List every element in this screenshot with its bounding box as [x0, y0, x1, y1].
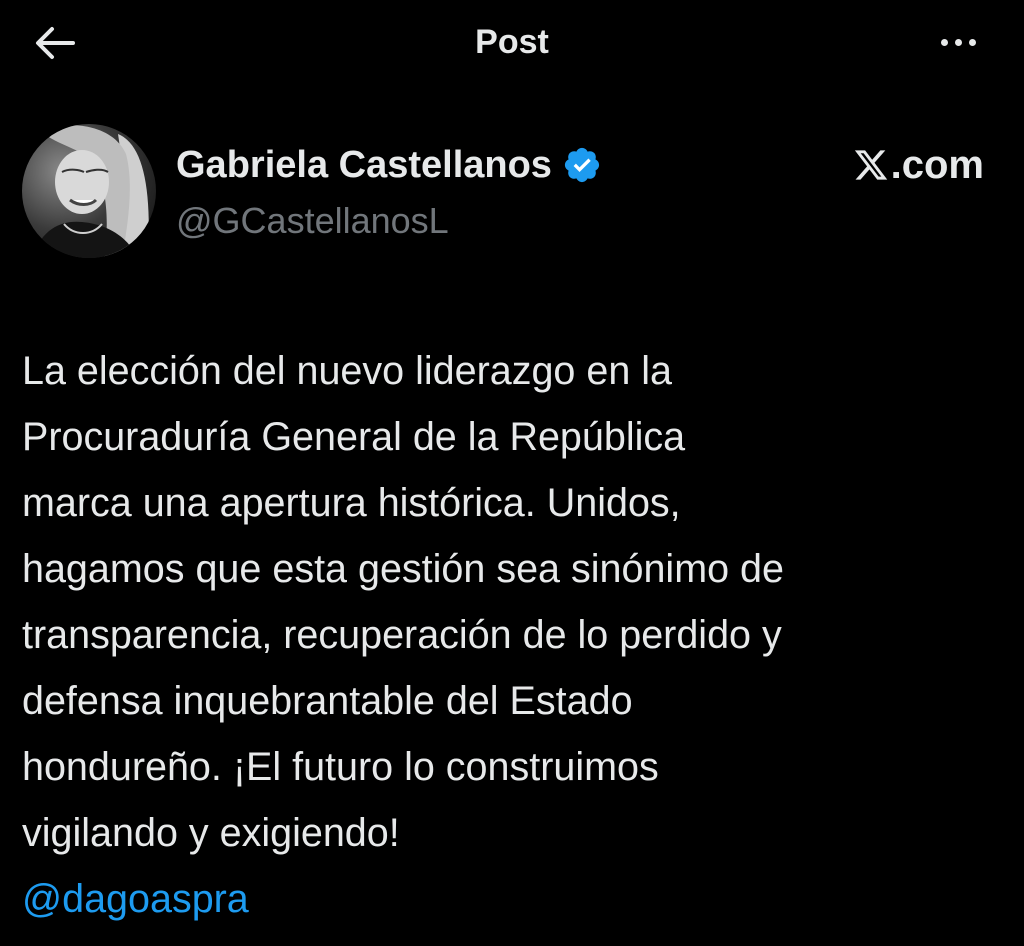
author-block: Gabriela Castellanos @GCastellanosL .com: [22, 124, 1002, 258]
avatar[interactable]: [22, 124, 156, 258]
avatar-image: [22, 124, 156, 258]
verified-badge-icon: [564, 147, 600, 183]
x-logo-icon: [854, 150, 887, 180]
more-horizontal-icon: [940, 38, 948, 46]
top-bar: Post: [0, 0, 1024, 86]
post-body-text: La elección del nuevo liderazgo en la Pr…: [22, 349, 784, 855]
more-dot: [954, 38, 962, 46]
more-options-button[interactable]: [928, 22, 988, 62]
more-dot: [968, 38, 976, 46]
display-name-row: Gabriela Castellanos: [176, 140, 602, 190]
page-title: Post: [475, 23, 549, 61]
brand-watermark: .com: [853, 140, 984, 190]
display-name[interactable]: Gabriela Castellanos: [176, 144, 552, 187]
brand-text: .com: [890, 142, 984, 187]
mention-link[interactable]: @dagoaspra: [22, 866, 249, 932]
user-handle[interactable]: @GCastellanosL: [176, 198, 449, 244]
